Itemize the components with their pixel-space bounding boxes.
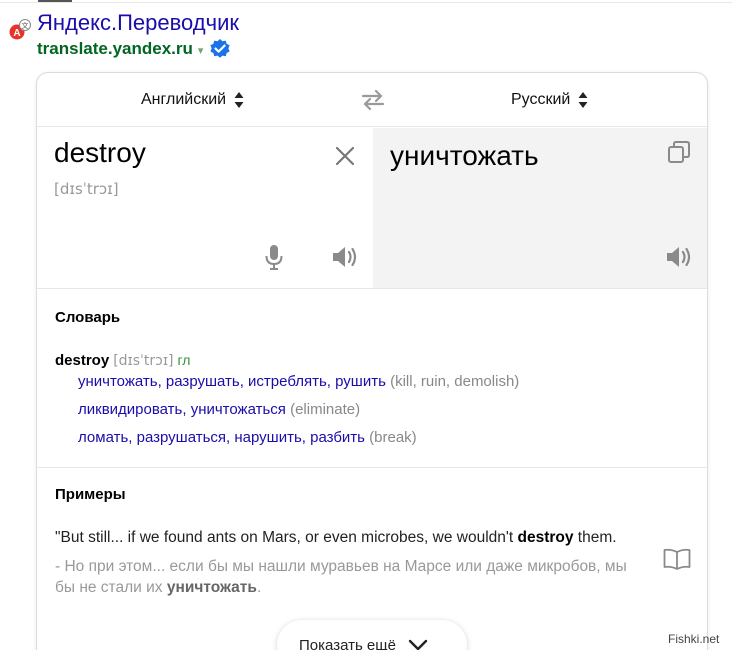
source-text[interactable]: destroy: [54, 137, 146, 169]
example-source-sentence: "But still... if we found ants on Mars, …: [55, 529, 617, 547]
example-source-highlight: destroy: [517, 529, 574, 546]
language-bar: Английский Русский: [37, 73, 707, 127]
target-text-pane: уничтожать: [373, 128, 707, 288]
site-url-link[interactable]: translate.yandex.ru: [37, 39, 193, 59]
examples-title: Примеры: [55, 486, 126, 503]
dictionary-transcription: [dɪsˈtrɔɪ]: [113, 353, 174, 369]
top-tab-indicator: [38, 0, 72, 2]
show-more-label: Показать ещё: [299, 637, 396, 650]
example-target-sentence: - Но при этом... если бы мы нашли муравь…: [55, 556, 645, 598]
example-source-text: "But still... if we found ants on Mars, …: [55, 529, 518, 546]
speaker-icon[interactable]: [331, 244, 359, 270]
source-transcription: [dɪsˈtrɔɪ]: [54, 180, 119, 198]
svg-text:A: A: [13, 28, 20, 39]
speaker-icon[interactable]: [665, 244, 693, 270]
sort-arrows-icon: [578, 92, 588, 108]
translator-card: Английский Русский destroy [dɪsˈtrɔɪ] ун…: [36, 72, 708, 650]
watermark: Fishki.net: [668, 632, 720, 646]
copy-icon[interactable]: [667, 140, 691, 164]
target-language-select[interactable]: Русский: [511, 88, 588, 112]
show-more-button[interactable]: Показать ещё: [277, 620, 467, 650]
dictionary-sense: ломать, разрушаться, нарушить, разбить (…: [78, 429, 417, 446]
sense-translations-link[interactable]: ломать, разрушаться, нарушить, разбить: [78, 429, 365, 446]
sense-translations-link[interactable]: уничтожать, разрушать, истреблять, рушит…: [78, 373, 386, 390]
dictionary-section: Словарь destroy [dɪsˈtrɔɪ] гл уничтожать, …: [37, 288, 707, 468]
dictionary-sense: уничтожать, разрушать, истреблять, рушит…: [78, 373, 519, 390]
swap-arrows-icon[interactable]: [361, 89, 385, 111]
target-text: уничтожать: [390, 140, 539, 171]
sense-synonyms: (break): [369, 429, 417, 446]
dictionary-entry-head: destroy [dɪsˈtrɔɪ] гл: [55, 352, 190, 369]
top-divider: [0, 0, 732, 3]
svg-text:文: 文: [22, 21, 29, 30]
part-of-speech: гл: [177, 352, 191, 368]
sort-arrows-icon: [234, 92, 244, 108]
dictionary-title: Словарь: [55, 309, 121, 326]
search-result-header: A 文 Яндекс.Переводчик translate.yandex.r…: [0, 8, 732, 68]
source-text-pane[interactable]: destroy [dɪsˈtrɔɪ]: [37, 128, 373, 288]
site-title-link[interactable]: Яндекс.Переводчик: [37, 10, 239, 36]
example-target-text-end: .: [256, 579, 262, 596]
target-language-label: Русский: [511, 91, 571, 108]
url-menu-caret[interactable]: ▾: [198, 44, 204, 57]
sense-synonyms: (kill, ruin, demolish): [390, 373, 520, 390]
example-source-text-end: them.: [573, 529, 617, 546]
verified-badge-icon: [210, 39, 231, 58]
microphone-icon[interactable]: [263, 244, 285, 270]
example-target-text: - Но при этом... если бы мы нашли муравь…: [55, 558, 627, 596]
book-icon[interactable]: [663, 548, 691, 570]
dictionary-word: destroy: [55, 352, 110, 369]
site-url-row: translate.yandex.ru ▾: [37, 38, 231, 60]
close-icon[interactable]: [334, 145, 356, 167]
yandex-translate-icon: A 文: [9, 19, 31, 40]
source-language-select[interactable]: Английский: [141, 88, 244, 112]
example-target-highlight: уничтожать: [166, 579, 257, 596]
dictionary-sense: ликвидировать, уничтожаться (eliminate): [78, 401, 360, 418]
chevron-down-icon: [408, 639, 428, 650]
source-language-label: Английский: [141, 91, 227, 108]
sense-translations-link[interactable]: ликвидировать, уничтожаться: [78, 401, 286, 418]
sense-synonyms: (eliminate): [290, 401, 361, 418]
